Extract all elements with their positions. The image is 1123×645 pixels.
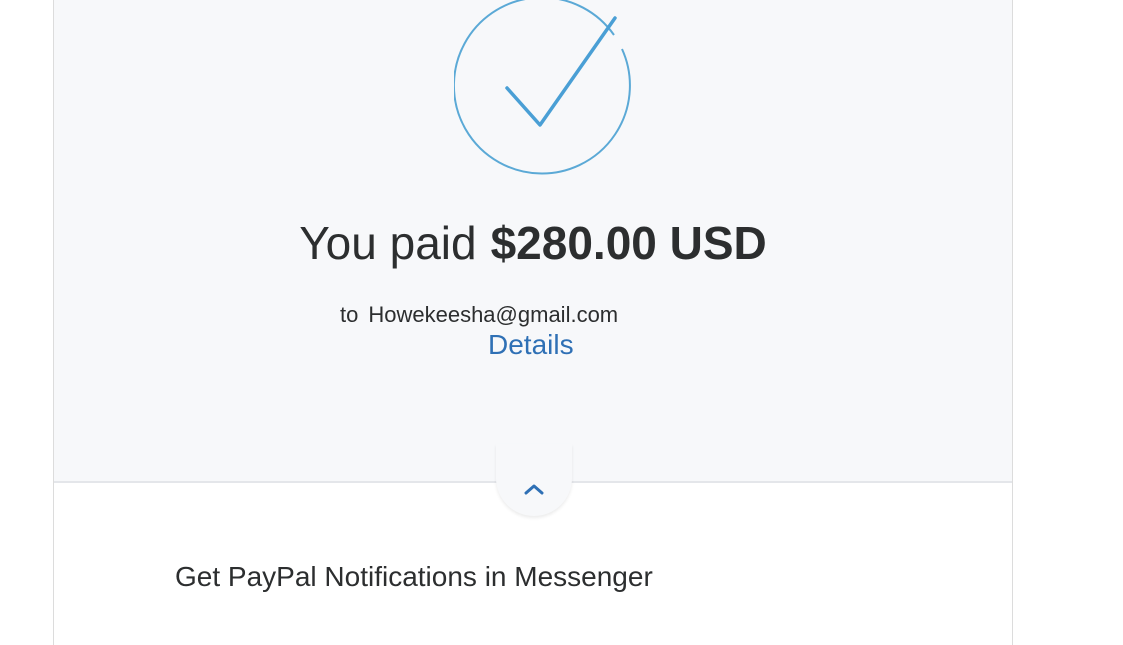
chevron-up-icon	[524, 484, 544, 495]
recipient-line: to Howekeesha@gmail.com	[340, 302, 618, 328]
collapse-button[interactable]	[496, 444, 572, 516]
payment-summary-panel: You paid $280.00 USD to Howekeesha@gmail.c…	[54, 0, 1012, 483]
recipient-email: Howekeesha@gmail.com	[368, 302, 619, 327]
details-link[interactable]: Details	[488, 329, 574, 361]
paid-amount-line: You paid $280.00 USD	[54, 216, 1012, 270]
check-circle-icon	[454, 0, 636, 182]
messenger-notifications-title: Get PayPal Notifications in Messenger	[175, 561, 653, 592]
payment-confirmation-page: You paid $280.00 USD to Howekeesha@gmail.c…	[0, 0, 1123, 645]
paid-amount: $280.00 USD	[490, 217, 767, 269]
paid-label: You paid	[299, 217, 477, 269]
confirmation-card: You paid $280.00 USD to Howekeesha@gmail.c…	[53, 0, 1013, 645]
recipient-prefix: to	[340, 302, 359, 327]
